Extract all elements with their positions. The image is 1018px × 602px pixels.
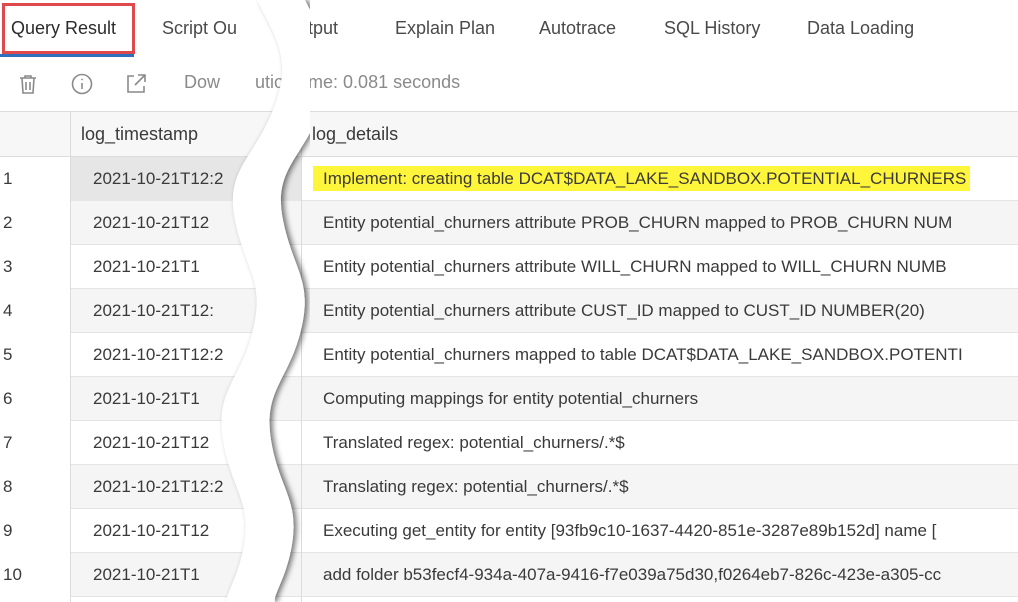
row-number: 3 [0, 245, 70, 289]
cell-log-details[interactable]: Translated regex: potential_churners/.*$ [302, 421, 1018, 465]
cell-log-details[interactable]: Implement: creating table DCAT$DATA_LAKE… [302, 157, 1018, 201]
trash-icon[interactable] [16, 72, 40, 96]
cell-log-details[interactable]: Executing get_entity for entity [93fb9c1… [302, 509, 1018, 553]
table-row[interactable]: 5 2021-10-21T12:2 Entity potential_churn… [0, 333, 1018, 377]
table-row[interactable]: 1 2021-10-21T12:2 Implement: creating ta… [0, 157, 1018, 201]
result-grid: log_timestamp log_details 1 2021-10-21T1… [0, 111, 1018, 602]
tab-data-loading[interactable]: Data Loading [807, 16, 914, 40]
cell-log-details[interactable]: Entity potential_churners attribute PROB… [302, 201, 1018, 245]
row-number: 9 [0, 509, 70, 553]
highlighted-text: Implement: creating table DCAT$DATA_LAKE… [313, 166, 971, 191]
tab-explain-plan[interactable]: Explain Plan [395, 16, 495, 40]
table-row[interactable]: 3 2021-10-21T1 Entity potential_churners… [0, 245, 1018, 289]
tab-highlight-box [2, 3, 135, 54]
info-icon[interactable] [70, 72, 94, 96]
cell-log-details[interactable]: add folder b53fecf4-934a-407a-9416-f7e03… [302, 553, 1018, 597]
table-row[interactable]: 10 2021-10-21T1 add folder b53fecf4-934a… [0, 553, 1018, 597]
row-number: 1 [0, 157, 70, 201]
result-tabs: Query Result Script Ou utput Explain Pla… [0, 0, 1018, 58]
tab-autotrace[interactable]: Autotrace [539, 16, 616, 40]
cell-log-details[interactable]: Entity potential_churners mapped to tabl… [302, 333, 1018, 377]
tab-sql-history[interactable]: SQL History [664, 16, 760, 40]
cell-log-details[interactable]: Entity potential_churners attribute WILL… [302, 245, 1018, 289]
table-row[interactable]: 7 2021-10-21T12 Translated regex: potent… [0, 421, 1018, 465]
row-number: 8 [0, 465, 70, 509]
torn-edge-overlay [221, 0, 310, 602]
table-row[interactable]: 8 2021-10-21T12:2 Translating regex: pot… [0, 465, 1018, 509]
column-divider[interactable] [70, 112, 71, 602]
cell-log-details[interactable]: Translating regex: potential_churners/.*… [302, 465, 1018, 509]
column-header-log-details[interactable]: log_details [302, 112, 398, 157]
row-number: 4 [0, 289, 70, 333]
table-row[interactable]: 2 2021-10-21T12 Entity potential_churner… [0, 201, 1018, 245]
row-number: 2 [0, 201, 70, 245]
cell-log-details[interactable]: Entity potential_churners attribute CUST… [302, 289, 1018, 333]
row-number: 6 [0, 377, 70, 421]
table-row[interactable]: 4 2021-10-21T12: Entity potential_churne… [0, 289, 1018, 333]
cell-log-details[interactable]: Computing mappings for entity potential_… [302, 377, 1018, 421]
grid-header: log_timestamp log_details [0, 112, 1018, 157]
active-tab-indicator [0, 54, 134, 57]
row-number: 10 [0, 553, 70, 597]
row-number: 7 [0, 421, 70, 465]
row-number: 5 [0, 333, 70, 377]
open-external-icon[interactable] [124, 72, 148, 96]
table-row[interactable]: 6 2021-10-21T1 Computing mappings for en… [0, 377, 1018, 421]
table-row[interactable]: 9 2021-10-21T12 Executing get_entity for… [0, 509, 1018, 553]
column-header-log-timestamp[interactable]: log_timestamp [71, 112, 198, 157]
result-toolbar: Dow ution time: 0.081 seconds [0, 58, 1018, 108]
